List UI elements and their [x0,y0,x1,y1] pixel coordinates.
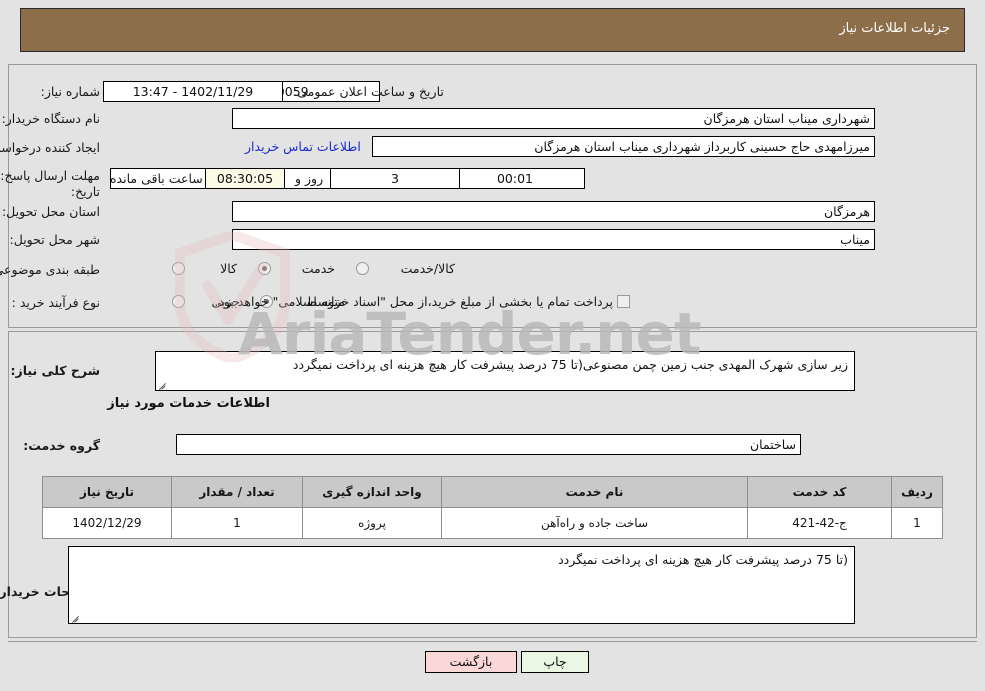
city-label: شهر محل تحویل: [9,232,100,247]
creator-label: ایجاد کننده درخواست: [0,140,100,155]
resize-grip-icon[interactable] [158,379,168,389]
announce-value: 1402/11/29 - 13:47 [103,81,283,102]
col-radif: ردیف [891,476,943,508]
process-label: نوع فرآیند خرید : [11,295,100,310]
treasury-bonds-label: پرداخت تمام یا بخشی از مبلغ خرید،از محل … [214,294,613,309]
deadline-days-value: 3 [330,168,460,189]
radio-category-kala-khedmat[interactable] [356,262,369,275]
buyer-notes-value: (تا 75 درصد پیشرفت کار هیچ هزینه ای پردا… [558,552,848,567]
services-heading: اطلاعات خدمات مورد نیاز [107,396,270,411]
need-number-label: شماره نیاز: [40,84,100,99]
category-label: طبقه بندی موضوعی: [0,262,100,277]
radio-process-jozei[interactable] [172,295,185,308]
col-quantity: تعداد / مقدار [171,476,303,508]
radio-label-category-2: کالا/خدمت [400,261,455,276]
page-root: جزئیات اطلاعات نیاز شماره نیاز: 11020930… [0,0,985,691]
col-name: نام خدمت [441,476,748,508]
days-label: روز و [295,171,324,186]
print-button[interactable]: چاپ [521,651,589,673]
table-row[interactable]: 1 ج-42-421 ساخت جاده و راه‌آهن پروژه 1 1… [42,507,943,539]
cell-unit: پروژه [302,507,442,539]
announce-label: تاریخ و ساعت اعلان عمومی: [293,84,444,99]
summary-label: شرح کلی نیاز: [10,363,100,378]
service-group-value: ساختمان [176,434,801,455]
need-info-panel [8,64,977,328]
creator-value: میرزامهدی حاج حسینی کاربرداز شهرداری مین… [372,136,875,157]
cell-code: ج-42-421 [747,507,892,539]
buyer-org-label: نام دستگاه خریدار: [1,111,100,126]
buyer-contact-link[interactable]: اطلاعات تماس خریدار [245,139,361,154]
cell-radif: 1 [891,507,943,539]
footer-divider [8,641,977,642]
resize-grip-icon-2[interactable] [71,612,81,622]
radio-label-category-1: خدمت [301,261,335,276]
province-value: هرمزگان [232,201,875,222]
services-table: ردیف کد خدمت نام خدمت واحد اندازه گیری ت… [42,476,943,539]
countdown-label: ساعت باقی مانده [110,171,203,186]
cell-date: 1402/12/29 [42,507,172,539]
col-date: تاریخ نیاز [42,476,172,508]
radio-category-kala[interactable] [172,262,185,275]
province-label: استان محل تحویل: [1,204,100,219]
col-unit: واحد اندازه گیری [302,476,442,508]
back-button[interactable]: بازگشت [425,651,517,673]
city-value: میناب [232,229,875,250]
table-header-row: ردیف کد خدمت نام خدمت واحد اندازه گیری ت… [42,476,943,508]
page-title: جزئیات اطلاعات نیاز [839,21,950,36]
page-header-bar: جزئیات اطلاعات نیاز [20,8,965,52]
deadline-time-value: 00:01 [445,168,585,189]
summary-value: زیر سازی شهرک المهدی جنب زمین چمن مصنوعی… [292,357,848,372]
radio-label-category-0: کالا [220,261,237,276]
deadline-label-line2: تاریخ: [70,184,100,199]
cell-quantity: 1 [171,507,303,539]
radio-category-khedmat[interactable] [258,262,271,275]
summary-textarea[interactable]: زیر سازی شهرک المهدی جنب زمین چمن مصنوعی… [155,351,855,391]
buyer-org-value: شهرداری میناب استان هرمزگان [232,108,875,129]
deadline-label-line1: مهلت ارسال پاسخ: تا [0,168,100,183]
countdown-value: 08:30:05 [205,168,285,189]
col-code: کد خدمت [747,476,892,508]
treasury-bonds-checkbox[interactable] [617,295,630,308]
service-group-label: گروه خدمت: [23,438,100,453]
cell-name: ساخت جاده و راه‌آهن [441,507,748,539]
buyer-notes-textarea[interactable]: (تا 75 درصد پیشرفت کار هیچ هزینه ای پردا… [68,546,855,624]
